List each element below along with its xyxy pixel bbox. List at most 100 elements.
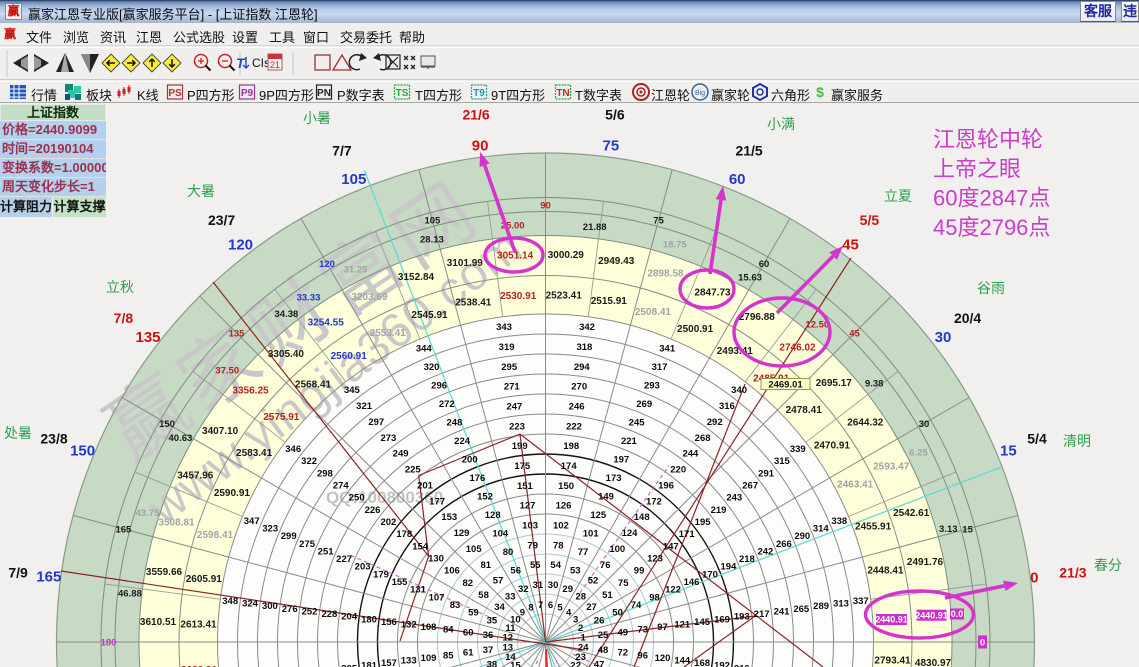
svg-text:2448.41: 2448.41 — [867, 565, 904, 576]
svg-text:77: 77 — [578, 547, 589, 558]
svg-text:180: 180 — [361, 614, 377, 625]
svg-text:165: 165 — [36, 569, 61, 586]
svg-text:149: 149 — [598, 492, 614, 503]
svg-text:53: 53 — [570, 565, 581, 576]
svg-text:30: 30 — [935, 329, 952, 346]
svg-text:340: 340 — [731, 385, 747, 396]
svg-text:78: 78 — [553, 540, 564, 551]
svg-text:2491.76: 2491.76 — [907, 557, 944, 568]
svg-text:146: 146 — [684, 577, 700, 588]
svg-text:2898.58: 2898.58 — [647, 269, 684, 280]
svg-text:97: 97 — [657, 622, 668, 633]
svg-text:169: 169 — [714, 614, 730, 625]
svg-text:25: 25 — [598, 630, 609, 641]
svg-text:216: 216 — [734, 663, 750, 667]
svg-text:3254.55: 3254.55 — [308, 318, 345, 329]
svg-text:150: 150 — [70, 442, 95, 459]
svg-text:248: 248 — [446, 418, 462, 429]
svg-text:339: 339 — [790, 444, 806, 455]
svg-text:立秋: 立秋 — [106, 279, 134, 295]
svg-text:51: 51 — [602, 590, 613, 601]
svg-text:3203.69: 3203.69 — [351, 292, 388, 303]
svg-text:265: 265 — [793, 604, 810, 615]
svg-text:15: 15 — [962, 524, 973, 535]
svg-text:80: 80 — [503, 547, 514, 558]
svg-text:315: 315 — [774, 456, 791, 467]
svg-text:90: 90 — [540, 201, 551, 212]
svg-text:8: 8 — [528, 602, 533, 613]
svg-text:106: 106 — [444, 566, 460, 577]
svg-text:2553.41: 2553.41 — [370, 328, 407, 339]
svg-text:225: 225 — [405, 465, 422, 476]
svg-text:84: 84 — [443, 625, 454, 636]
svg-text:43.75: 43.75 — [136, 508, 160, 519]
svg-text:181: 181 — [361, 661, 378, 667]
svg-text:250: 250 — [349, 493, 365, 504]
svg-text:TN: TN — [556, 88, 569, 99]
svg-text:2500.91: 2500.91 — [677, 324, 714, 335]
svg-text:2470.91: 2470.91 — [814, 441, 851, 452]
svg-text:174: 174 — [561, 461, 578, 472]
svg-text:0.0: 0.0 — [951, 609, 964, 619]
svg-text:2583.41: 2583.41 — [236, 448, 273, 459]
svg-text:2440.91: 2440.91 — [875, 615, 908, 625]
svg-text:2605.91: 2605.91 — [186, 574, 223, 585]
svg-text:242: 242 — [757, 546, 773, 557]
svg-text:227: 227 — [336, 554, 352, 565]
svg-text:217: 217 — [754, 609, 770, 620]
svg-text:2590.91: 2590.91 — [214, 488, 251, 499]
svg-text:34.38: 34.38 — [275, 309, 299, 320]
svg-text:266: 266 — [776, 539, 792, 550]
svg-text:120: 120 — [228, 237, 253, 254]
svg-text:38: 38 — [487, 660, 498, 667]
svg-text:5: 5 — [557, 602, 563, 613]
svg-text:55: 55 — [530, 560, 541, 571]
svg-text:251: 251 — [318, 546, 335, 557]
svg-text:2598.41: 2598.41 — [197, 530, 234, 541]
svg-text:122: 122 — [665, 585, 681, 596]
svg-text:135: 135 — [135, 329, 160, 346]
svg-text:3508.81: 3508.81 — [158, 518, 195, 529]
svg-text:197: 197 — [613, 455, 629, 466]
svg-text:323: 323 — [262, 524, 278, 535]
svg-text:293: 293 — [644, 381, 660, 392]
svg-text:21.88: 21.88 — [583, 222, 607, 233]
svg-text:218: 218 — [739, 554, 755, 565]
svg-text:316: 316 — [719, 401, 735, 412]
svg-text:73: 73 — [637, 625, 648, 636]
svg-text:252: 252 — [302, 606, 318, 617]
svg-text:56: 56 — [510, 565, 521, 576]
svg-text:131: 131 — [410, 585, 427, 596]
svg-text:31.25: 31.25 — [344, 265, 368, 276]
svg-text:54: 54 — [550, 560, 561, 571]
svg-text:$: $ — [816, 84, 824, 100]
svg-text:338: 338 — [831, 516, 847, 527]
svg-text:6: 6 — [548, 600, 553, 611]
svg-text:PS: PS — [168, 88, 182, 99]
svg-text:99: 99 — [634, 566, 645, 577]
svg-text:47: 47 — [594, 660, 605, 667]
svg-text:109: 109 — [421, 653, 437, 664]
svg-text:21: 21 — [270, 60, 280, 70]
svg-text:46.88: 46.88 — [118, 588, 142, 599]
svg-text:176: 176 — [469, 473, 485, 484]
svg-text:319: 319 — [499, 342, 515, 353]
svg-text:272: 272 — [439, 399, 455, 410]
svg-text:12.50: 12.50 — [805, 319, 829, 330]
svg-text:83: 83 — [450, 600, 461, 611]
svg-text:107: 107 — [429, 592, 445, 603]
svg-text:2463.41: 2463.41 — [837, 480, 874, 491]
svg-text:2568.41: 2568.41 — [295, 379, 332, 390]
svg-text:145: 145 — [694, 617, 711, 628]
svg-text:上帝之眼: 上帝之眼 — [933, 156, 1021, 181]
svg-text:300: 300 — [262, 601, 278, 612]
svg-text:57: 57 — [493, 576, 504, 587]
svg-text:T9: T9 — [473, 88, 485, 99]
svg-text:179: 179 — [373, 569, 389, 580]
svg-text:274: 274 — [333, 480, 350, 491]
svg-text:春分: 春分 — [1094, 557, 1122, 573]
svg-text:7/7: 7/7 — [332, 143, 352, 159]
svg-text:124: 124 — [622, 528, 639, 539]
svg-text:T: T — [236, 55, 246, 71]
svg-text:3152.84: 3152.84 — [398, 272, 435, 283]
